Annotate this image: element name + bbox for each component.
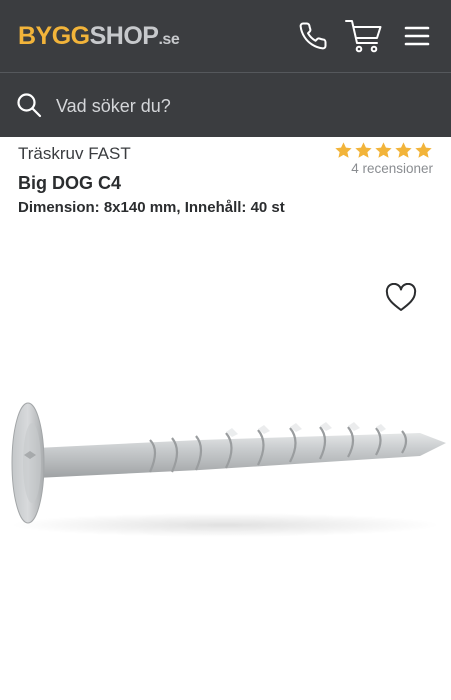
product-title: Big DOG C4 bbox=[18, 173, 122, 193]
product-category[interactable]: Träskruv FAST bbox=[18, 144, 131, 164]
search-icon[interactable] bbox=[16, 92, 42, 118]
product-dimension: Dimension: 8x140 mm, Innehåll: 40 st bbox=[18, 199, 285, 216]
logo-part-bygg: BYGG bbox=[18, 22, 90, 50]
logo-part-se: .se bbox=[158, 31, 180, 48]
star-rating bbox=[334, 141, 433, 160]
product-rating[interactable]: 4 recensioner bbox=[334, 141, 433, 176]
cart-button[interactable] bbox=[343, 0, 385, 72]
review-count[interactable]: 4 recensioner bbox=[334, 161, 433, 176]
cart-icon bbox=[345, 20, 382, 53]
logo-part-shop: SHOP bbox=[89, 22, 159, 50]
product-image-screw[interactable] bbox=[0, 262, 451, 562]
bygg-shop-logo[interactable]: BYGG SHOP .se bbox=[18, 22, 180, 52]
menu-button[interactable] bbox=[400, 0, 434, 72]
star-icon bbox=[355, 142, 372, 158]
star-icon bbox=[415, 142, 432, 158]
menu-icon bbox=[404, 26, 430, 46]
star-icon bbox=[375, 142, 392, 158]
star-icon bbox=[395, 142, 412, 158]
phone-button[interactable] bbox=[295, 0, 331, 72]
search-input[interactable] bbox=[54, 89, 438, 123]
phone-icon bbox=[299, 22, 327, 50]
star-icon bbox=[335, 142, 352, 158]
search-bar bbox=[0, 73, 451, 137]
site-header: BYGG SHOP .se bbox=[0, 0, 451, 73]
